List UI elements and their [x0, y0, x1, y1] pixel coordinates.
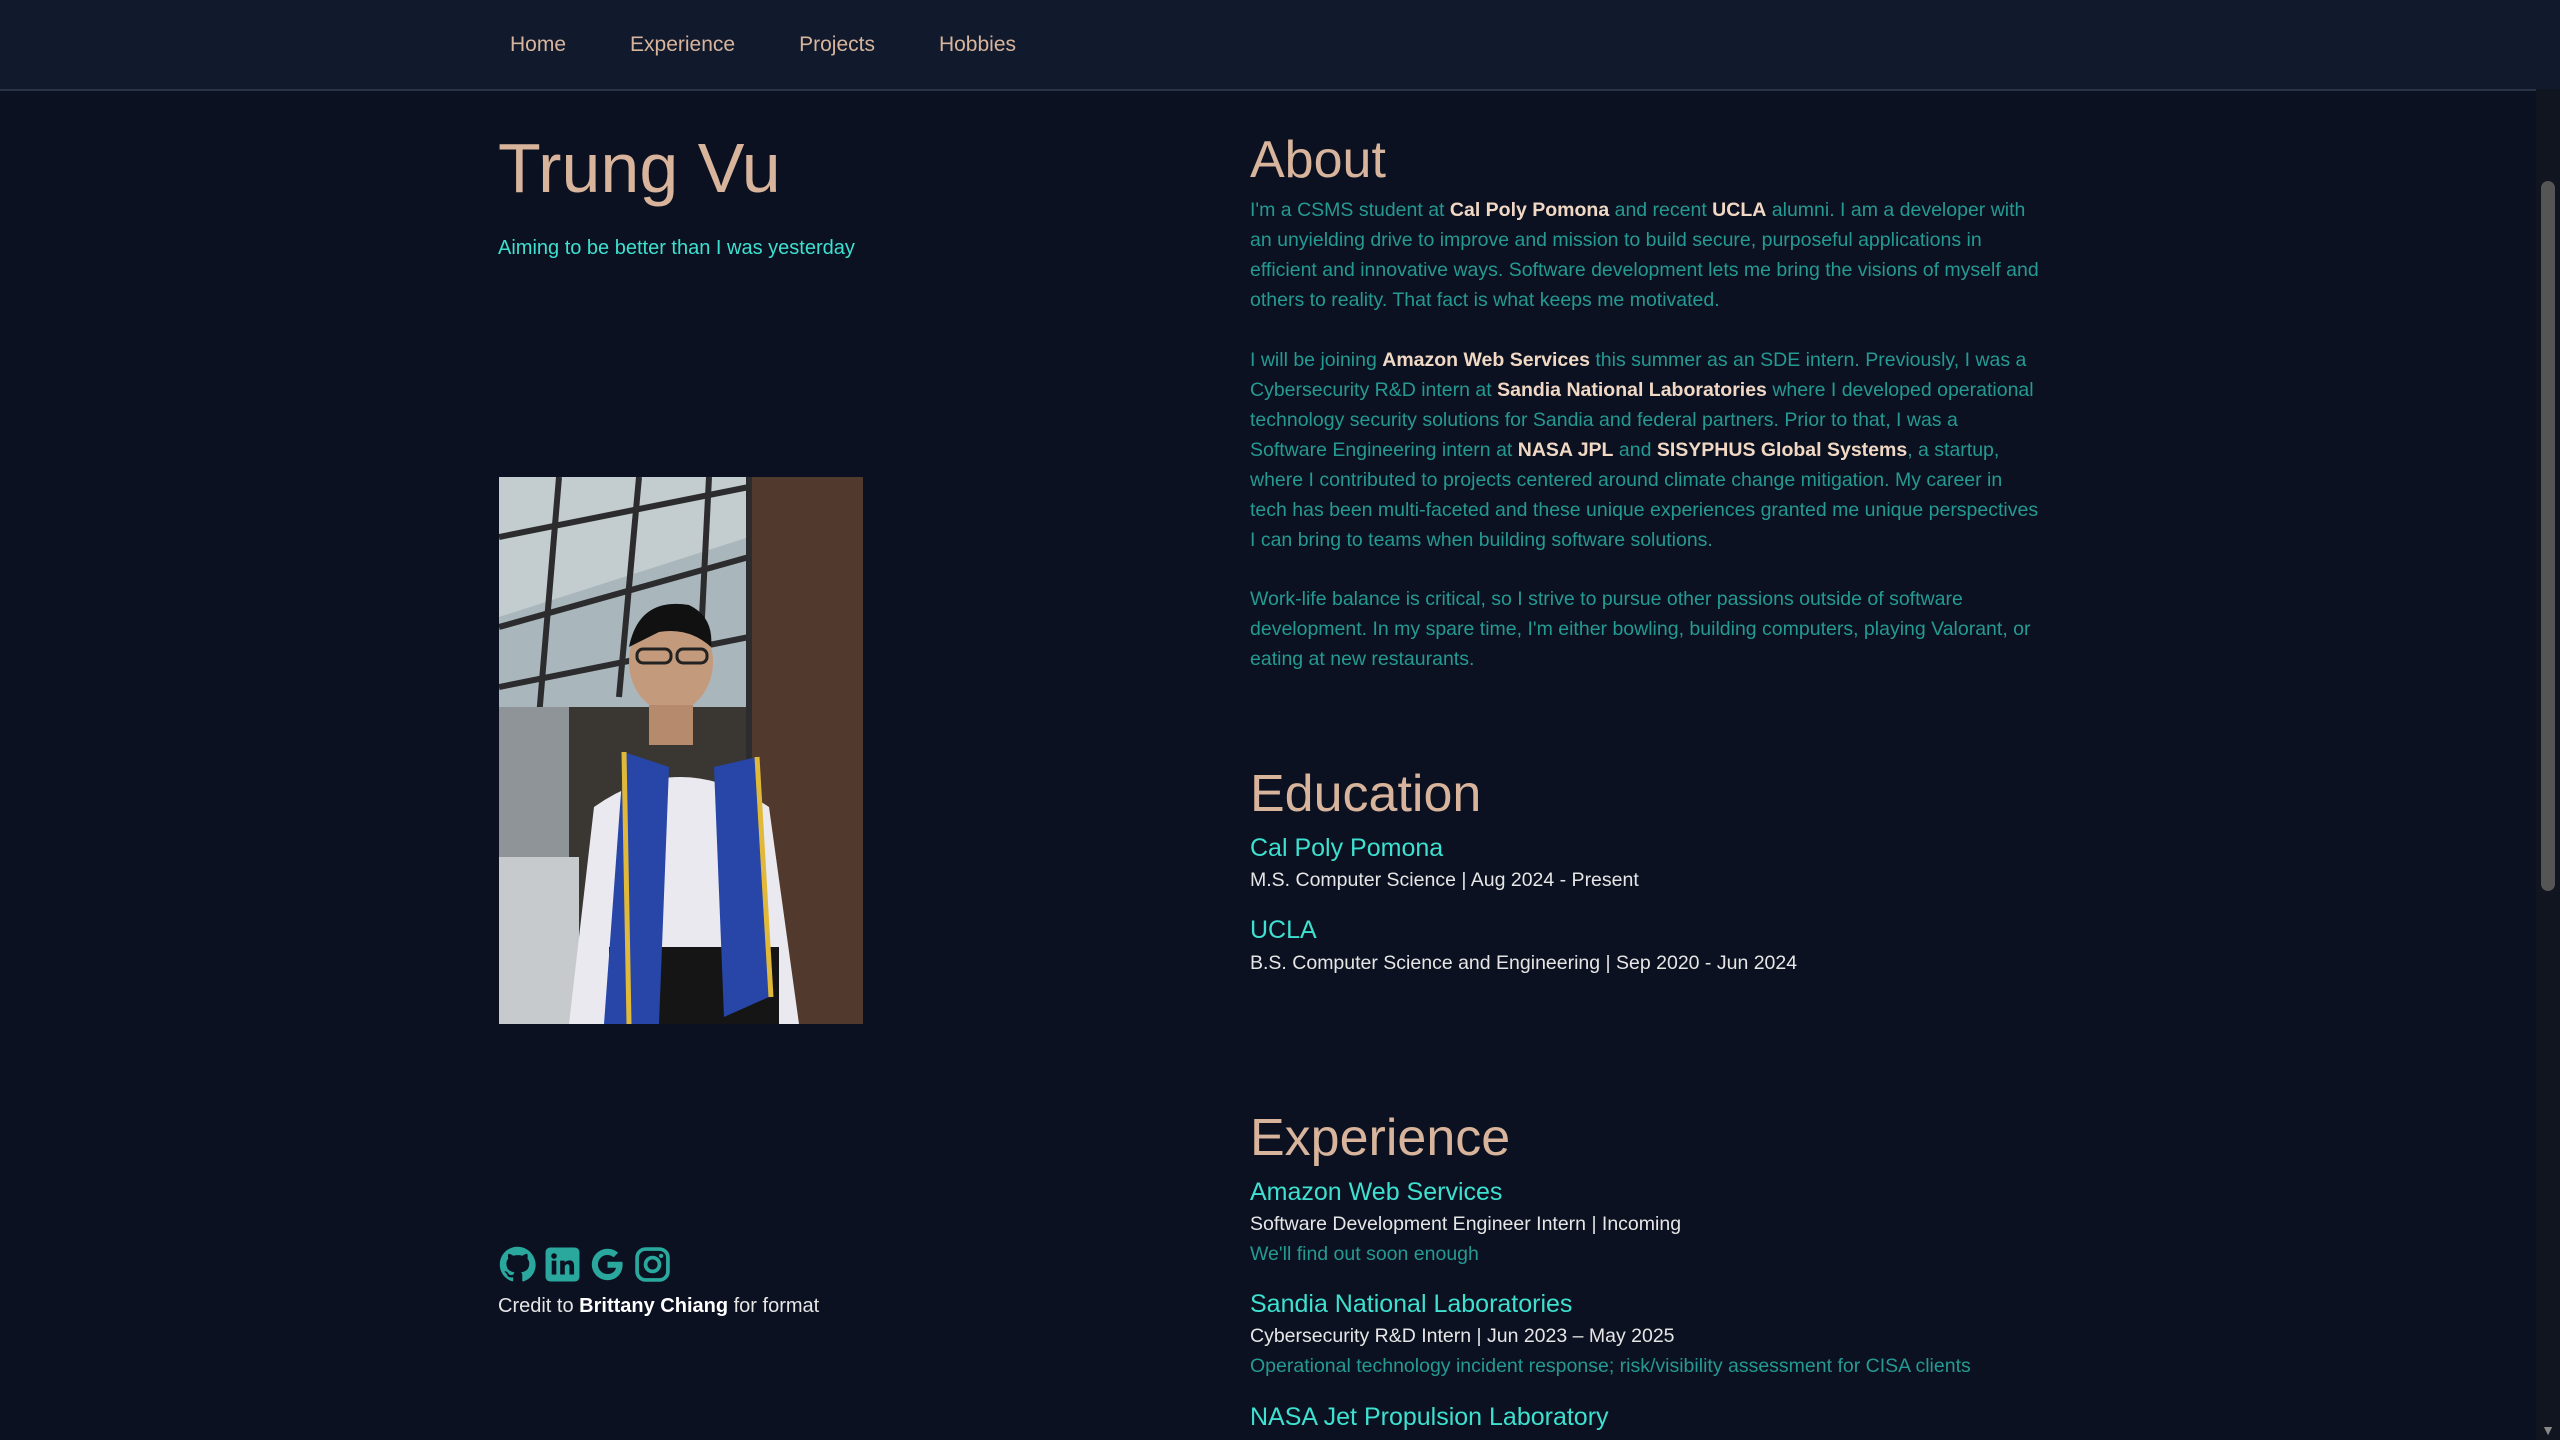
paragraph-text: Work-life balance is critical, so I stri…: [1250, 588, 2031, 670]
nav-experience-link[interactable]: Experience: [618, 33, 747, 57]
profile-photo: [499, 477, 863, 1024]
highlight-text: Amazon Web Services: [1382, 349, 1590, 371]
scrollbar-thumb[interactable]: [2541, 181, 2555, 891]
education-school-title[interactable]: Cal Poly Pomona: [1250, 834, 1443, 863]
credit-author: Brittany Chiang: [579, 1295, 729, 1317]
education-school-title[interactable]: UCLA: [1250, 916, 1317, 945]
paragraph-text: I will be joining: [1250, 349, 1383, 371]
profile-tagline: Aiming to be better than I was yesterday: [498, 237, 855, 259]
nav-home-link[interactable]: Home: [498, 33, 578, 57]
credit-text: Credit to Brittany Chiang for format: [498, 1295, 819, 1318]
experience-org-title[interactable]: Amazon Web Services: [1250, 1178, 1502, 1207]
highlight-text: Cal Poly Pomona: [1449, 199, 1610, 221]
page-scrollbar[interactable]: ▼: [2536, 89, 2560, 1440]
highlight-text: UCLA: [1712, 199, 1767, 221]
experience-role: Cybersecurity R&D Intern | Jun 2023 – Ma…: [1250, 1325, 1675, 1347]
paragraph-text: and: [1613, 439, 1657, 461]
credit-suffix: for format: [728, 1295, 820, 1317]
about-paragraph-3: Work-life balance is critical, so I stri…: [1250, 584, 2040, 674]
education-school-detail: B.S. Computer Science and Engineering | …: [1250, 952, 1798, 974]
about-paragraph-1: I'm a CSMS student at Cal Poly Pomona an…: [1250, 195, 2040, 315]
education-school-detail: M.S. Computer Science | Aug 2024 - Prese…: [1250, 869, 1639, 891]
highlight-text: NASA JPL: [1517, 439, 1614, 461]
nav-projects-link[interactable]: Projects: [787, 33, 887, 57]
paragraph-text: and recent: [1609, 199, 1713, 221]
paragraph-text: I'm a CSMS student at: [1250, 199, 1450, 221]
highlight-text: SISYPHUS Global Systems: [1656, 439, 1908, 461]
education-heading: Education: [1250, 765, 1482, 823]
experience-org-title[interactable]: Sandia National Laboratories: [1250, 1290, 1572, 1319]
linkedin-icon[interactable]: [544, 1246, 581, 1283]
google-icon[interactable]: [589, 1246, 626, 1283]
experience-description: We'll find out soon enough: [1250, 1243, 1479, 1265]
about-heading: About: [1250, 131, 1386, 189]
experience-description: Operational technology incident response…: [1250, 1355, 1971, 1377]
about-paragraph-2: I will be joining Amazon Web Services th…: [1250, 345, 2040, 555]
instagram-icon[interactable]: [634, 1246, 671, 1283]
profile-name: Trung Vu: [498, 129, 781, 207]
github-icon[interactable]: [499, 1246, 536, 1283]
social-links: [499, 1246, 671, 1283]
nav-hobbies-link[interactable]: Hobbies: [927, 33, 1028, 57]
experience-org-title[interactable]: NASA Jet Propulsion Laboratory: [1250, 1403, 1609, 1432]
credit-prefix: Credit to: [498, 1295, 580, 1317]
experience-role: Software Development Engineer Intern | I…: [1250, 1213, 1682, 1235]
highlight-text: Sandia National Laboratories: [1497, 379, 1767, 401]
scroll-down-arrow-icon[interactable]: ▼: [2540, 1422, 2556, 1438]
experience-heading: Experience: [1250, 1109, 1511, 1167]
navbar: Home Experience Projects Hobbies: [0, 0, 2560, 91]
nav-links: Home Experience Projects Hobbies: [498, 0, 1068, 89]
